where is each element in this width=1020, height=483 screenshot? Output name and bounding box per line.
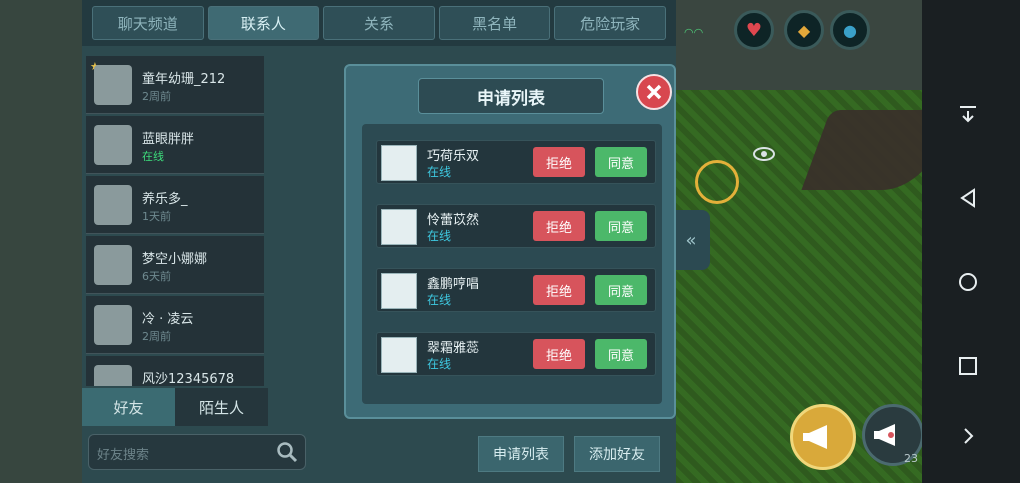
- contact-status: 在线: [142, 150, 164, 163]
- tab-contacts[interactable]: 联系人: [207, 6, 320, 40]
- megaphone-icon: [803, 425, 827, 449]
- recents-square-icon: [959, 357, 977, 375]
- friend-type-tabs: 好友 陌生人: [82, 388, 268, 426]
- tab-blacklist[interactable]: 黑名单: [438, 6, 551, 40]
- requester-status: 在线: [427, 357, 452, 371]
- tab-chat-channel[interactable]: 聊天频道: [92, 6, 204, 40]
- requester-name: 巧荷乐双: [427, 149, 480, 164]
- requester-status: 在线: [427, 229, 452, 243]
- requester-name: 鑫鹏哼唱: [427, 277, 480, 292]
- signal-icon: ◠◠: [684, 26, 704, 39]
- avatar: [94, 185, 132, 225]
- accept-button[interactable]: 同意: [595, 275, 647, 305]
- pull-down-icon: [960, 106, 976, 123]
- requester-name: 怜蕾苡然: [427, 213, 480, 228]
- avatar: [381, 337, 417, 373]
- list-item[interactable]: 冷 · 凌云 2周前: [86, 296, 264, 354]
- channel-tab-bar: 聊天频道 联系人 关系 黑名单 危险玩家: [82, 0, 676, 46]
- friend-search-input[interactable]: 好友搜索: [88, 434, 306, 470]
- health-indicator: ♥: [734, 10, 774, 50]
- contact-status: 2周前: [142, 330, 171, 343]
- avatar: [94, 365, 132, 386]
- modal-title: 申请列表: [418, 78, 604, 114]
- megaphone-button[interactable]: [790, 404, 856, 470]
- avatar: [381, 273, 417, 309]
- request-row: 巧荷乐双 在线 拒绝 同意: [376, 140, 656, 184]
- add-friend-button[interactable]: 添加好友: [574, 436, 660, 472]
- close-button[interactable]: [636, 74, 672, 110]
- avatar: [381, 145, 417, 181]
- avatar: [94, 65, 132, 105]
- contact-name: 养乐多_: [142, 192, 188, 207]
- tab-relations[interactable]: 关系: [323, 6, 435, 40]
- close-icon: [646, 84, 662, 100]
- avatar: [94, 305, 132, 345]
- requester-status: 在线: [427, 293, 452, 307]
- avatar: [94, 245, 132, 285]
- heart-icon: ♥: [745, 19, 763, 41]
- list-item[interactable]: 养乐多_ 1天前: [86, 176, 264, 234]
- collapse-panel-button[interactable]: «: [672, 210, 710, 270]
- contact-name: 冷 · 凌云: [142, 312, 194, 327]
- nav-home-button[interactable]: [938, 262, 998, 302]
- contact-name: 蓝眼胖胖: [142, 132, 195, 147]
- contact-status: 6天前: [142, 270, 171, 283]
- list-item[interactable]: 梦空小娜娜 6天前: [86, 236, 264, 294]
- request-row: 翠霜雅蕊 在线 拒绝 同意: [376, 332, 656, 376]
- avatar: [381, 209, 417, 245]
- accept-button[interactable]: 同意: [595, 147, 647, 177]
- request-list-button[interactable]: 申请列表: [478, 436, 564, 472]
- food-icon: ◆: [797, 20, 811, 40]
- list-item[interactable]: 蓝眼胖胖 在线: [86, 116, 264, 174]
- home-circle-icon: [959, 273, 977, 291]
- contact-list[interactable]: ★ 童年幼珊_212 2周前 蓝眼胖胖 在线 养乐多_ 1天前 梦空小娜娜 6天…: [86, 56, 264, 386]
- requester-status: 在线: [427, 165, 452, 179]
- contact-name: 风沙12345678: [142, 372, 235, 386]
- avatar: [94, 125, 132, 165]
- tab-friends[interactable]: 好友: [82, 388, 175, 426]
- reject-button[interactable]: 拒绝: [533, 147, 585, 177]
- request-row: 怜蕾苡然 在线 拒绝 同意: [376, 204, 656, 248]
- contact-status: 1天前: [142, 210, 171, 223]
- left-edge-background: [0, 0, 82, 483]
- reject-button[interactable]: 拒绝: [533, 275, 585, 305]
- tab-strangers[interactable]: 陌生人: [175, 388, 268, 426]
- request-list-container: 巧荷乐双 在线 拒绝 同意 怜蕾苡然 在线 拒绝 同意 鑫鹏哼唱 在线 拒绝 同…: [362, 124, 662, 404]
- contact-status: 2周前: [142, 90, 171, 103]
- water-drop-icon: ●: [843, 20, 857, 40]
- double-chevron-left-icon: «: [685, 229, 697, 251]
- contact-name: 童年幼珊_212: [142, 72, 226, 87]
- joystick-ring[interactable]: [695, 160, 739, 204]
- hunger-indicator: ◆: [784, 10, 824, 50]
- reject-button[interactable]: 拒绝: [533, 339, 585, 369]
- nav-back-button[interactable]: [938, 178, 998, 218]
- search-placeholder: 好友搜索: [97, 448, 150, 463]
- system-nav-bar: [922, 0, 1020, 483]
- reject-button[interactable]: 拒绝: [533, 211, 585, 241]
- list-item[interactable]: ★ 童年幼珊_212 2周前: [86, 56, 264, 114]
- message-count: 23: [904, 452, 918, 465]
- request-row: 鑫鹏哼唱 在线 拒绝 同意: [376, 268, 656, 312]
- request-list-modal: 申请列表 巧荷乐双 在线 拒绝 同意 怜蕾苡然 在线 拒绝 同意 鑫鹏哼唱 在线…: [344, 64, 676, 419]
- water-indicator: ●: [830, 10, 870, 50]
- nav-pull-down-button[interactable]: [938, 94, 998, 134]
- contact-name: 梦空小娜娜: [142, 252, 208, 267]
- requester-name: 翠霜雅蕊: [427, 341, 480, 356]
- tab-dangerous-players[interactable]: 危险玩家: [554, 6, 666, 40]
- accept-button[interactable]: 同意: [595, 211, 647, 241]
- nav-expand-button[interactable]: [938, 416, 998, 456]
- nav-recents-button[interactable]: [938, 346, 998, 386]
- chevron-right-icon: [964, 428, 974, 444]
- accept-button[interactable]: 同意: [595, 339, 647, 369]
- search-icon[interactable]: [275, 440, 299, 464]
- eye-icon[interactable]: [752, 146, 776, 166]
- back-triangle-icon: [960, 188, 975, 208]
- list-item[interactable]: 风沙12345678: [86, 356, 264, 386]
